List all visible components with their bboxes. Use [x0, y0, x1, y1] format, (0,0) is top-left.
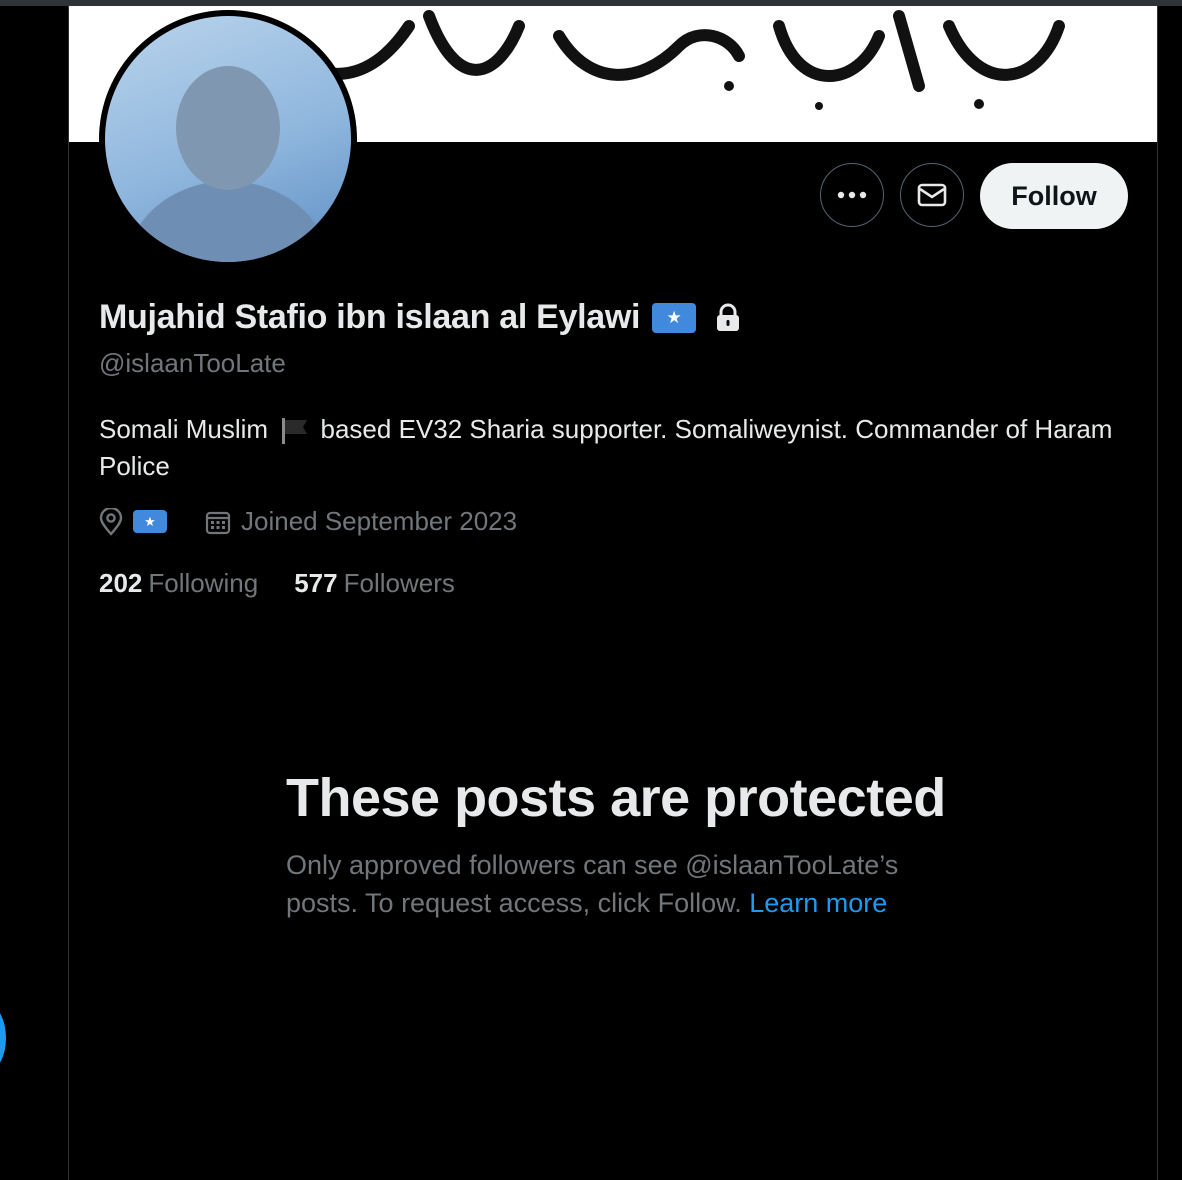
profile-bio: Somali Muslim based EV32 Sharia supporte… [99, 411, 1119, 485]
avatar-placeholder [105, 16, 351, 262]
display-name: Mujahid Stafio ibn islaan al Eylawi [99, 298, 641, 336]
envelope-icon [917, 183, 947, 207]
joined-date: Joined September 2023 [241, 506, 518, 536]
flag-somalia-icon: ★ [652, 302, 697, 333]
bio-text-start: Somali Muslim [99, 414, 269, 444]
profile-handle: @islaanTooLate [99, 348, 286, 378]
joined-item: Joined September 2023 [205, 506, 517, 537]
flag-somalia-icon: ★ [133, 510, 167, 533]
profile-avatar[interactable] [99, 10, 357, 268]
name-row: Mujahid Stafio ibn islaan al Eylawi ★ [99, 298, 742, 337]
message-button[interactable] [900, 163, 964, 227]
following-count: 202 [99, 568, 143, 598]
followers-count: 577 [294, 568, 338, 598]
more-options-button[interactable] [820, 163, 884, 227]
protected-title: These posts are protected [286, 768, 946, 828]
follow-button[interactable]: Follow [980, 163, 1128, 229]
black-flag-icon [282, 418, 308, 445]
side-floating-button[interactable] [0, 1005, 6, 1071]
learn-more-link[interactable]: Learn more [749, 888, 887, 918]
protected-notice: These posts are protected Only approved … [286, 766, 946, 922]
profile-column: Follow Mujahid Stafio ibn islaan al Eyla… [68, 6, 1158, 1180]
following-label: Following [148, 568, 259, 598]
ellipsis-icon [837, 191, 867, 199]
calendar-icon [205, 511, 231, 534]
location-item: ★ [99, 507, 167, 536]
location-pin-icon [99, 507, 123, 536]
following-link[interactable]: 202 Following [99, 568, 258, 599]
profile-meta: ★ Joined September 2023 [99, 506, 517, 537]
followers-label: Followers [343, 568, 455, 598]
followers-link[interactable]: 577 Followers [294, 568, 455, 599]
avatar-figure [125, 66, 331, 262]
follow-stats: 202 Following 577 Followers [99, 568, 455, 599]
banner-calligraphy [273, 10, 1065, 110]
lock-icon [717, 303, 740, 331]
protected-body: Only approved followers can see @islaanT… [286, 846, 946, 922]
